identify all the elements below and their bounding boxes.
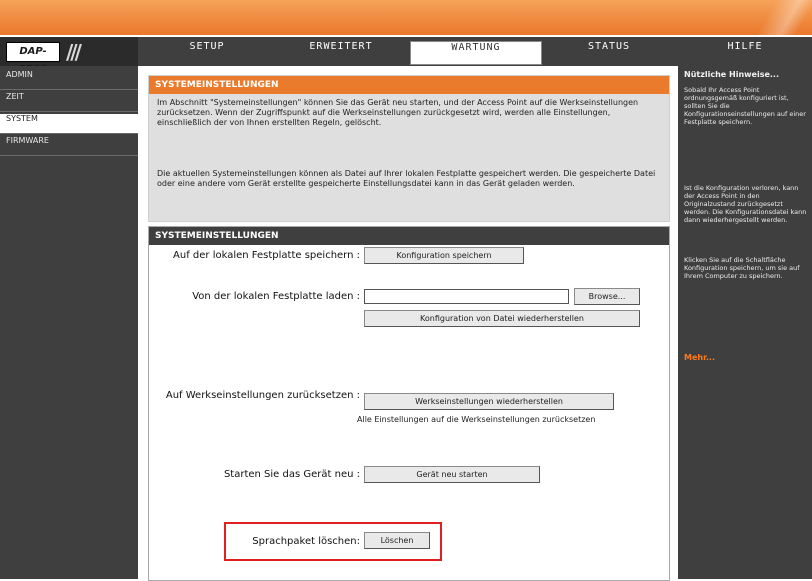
banner-sheen [752, 0, 812, 35]
save-config-button[interactable]: Konfiguration speichern [364, 247, 524, 264]
factory-reset-label: Auf Werkseinstellungen zurücksetzen : [165, 390, 360, 401]
factory-reset-note: Alle Einstellungen auf die Werkseinstell… [357, 415, 596, 424]
help-title: Nützliche Hinweise... [684, 70, 779, 79]
model-area: DAP-1522 /// [0, 37, 138, 75]
restore-config-button[interactable]: Konfiguration von Datei wiederherstellen [364, 310, 640, 327]
browse-button[interactable]: Browse... [574, 288, 640, 305]
help-column: Nützliche Hinweise... Sobald Ihr Access … [678, 66, 812, 579]
info-title: SYSTEMEINSTELLUNGEN [149, 76, 669, 94]
tab-erweitert[interactable]: ERWEITERT [276, 41, 406, 63]
help-more-link[interactable]: Mehr... [684, 353, 715, 362]
reboot-label: Starten Sie das Gerät neu : [223, 469, 360, 480]
sidebar-item-admin[interactable]: ADMIN [0, 70, 138, 90]
panel-title: SYSTEMEINSTELLUNGEN [149, 227, 669, 245]
tab-hilfe[interactable]: HILFE [680, 41, 810, 63]
save-label: Auf der lokalen Festplatte speichern : [173, 250, 360, 261]
file-path-input[interactable] [364, 289, 569, 304]
model-badge: DAP-1522 [6, 42, 60, 75]
logo-slashes-icon: /// [66, 40, 82, 64]
sidebar: ADMIN ZEIT SYSTEM FIRMWARE [0, 66, 138, 579]
load-label: Von der lokalen Festplatte laden : [192, 291, 360, 302]
help-paragraph-2: Ist die Konfiguration verloren, kann der… [684, 184, 807, 224]
help-paragraph-1: Sobald Ihr Access Point ordnungsgemäß ko… [684, 86, 806, 126]
factory-reset-button[interactable]: Werkseinstellungen wiederherstellen [364, 393, 614, 410]
sidebar-item-system[interactable]: SYSTEM [0, 114, 138, 134]
sidebar-item-zeit[interactable]: ZEIT [0, 92, 138, 112]
highlight-box [224, 522, 442, 561]
reboot-button[interactable]: Gerät neu starten [364, 466, 540, 483]
tab-wartung[interactable]: WARTUNG [410, 41, 542, 65]
tab-setup[interactable]: SETUP [142, 41, 272, 63]
tab-status[interactable]: STATUS [544, 41, 674, 63]
help-paragraph-3: Klicken Sie auf die Schaltfläche Konfigu… [684, 256, 800, 280]
info-paragraph-2: Die aktuellen Systemeinstellungen können… [157, 169, 656, 188]
top-banner [0, 0, 812, 35]
info-box: SYSTEMEINSTELLUNGEN Im Abschnitt "System… [148, 75, 670, 222]
sidebar-item-firmware[interactable]: FIRMWARE [0, 136, 138, 156]
info-paragraph-1: Im Abschnitt "Systemeinstellungen" könne… [157, 98, 639, 127]
